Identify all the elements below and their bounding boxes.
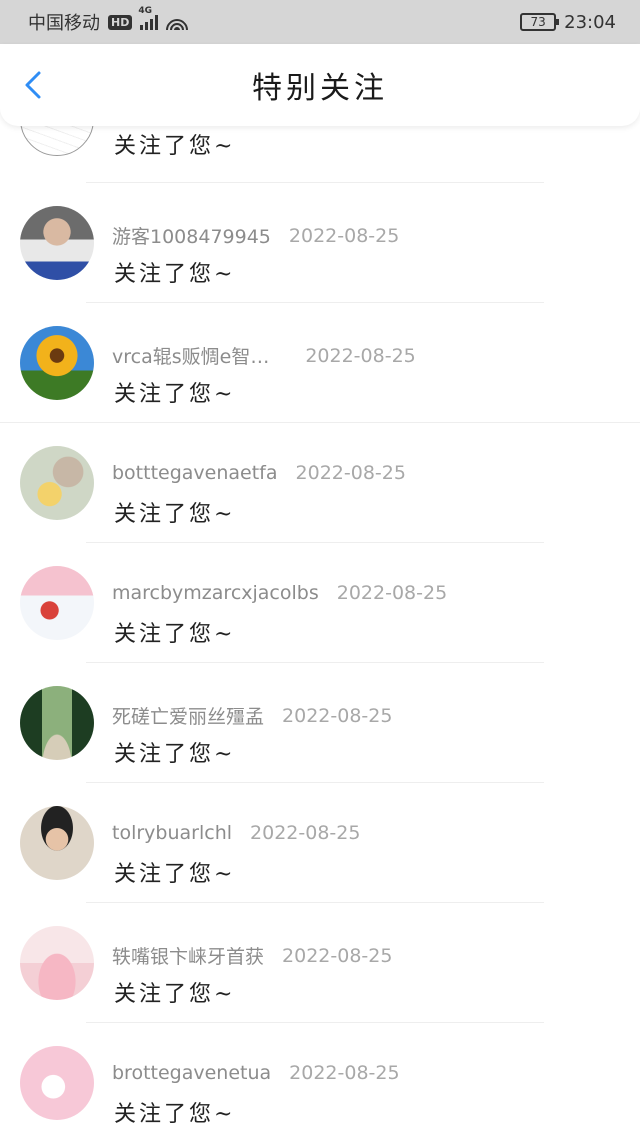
- follow-message: 关注了您~: [114, 862, 236, 887]
- follow-message: 关注了您~: [114, 262, 236, 287]
- name-line: 游客1008479945 2022-08-25: [112, 222, 399, 249]
- clock: 23:04: [564, 11, 616, 33]
- avatar[interactable]: [20, 206, 94, 280]
- avatar[interactable]: [20, 566, 94, 640]
- list-item[interactable]: marcbymzarcxjacolbs 2022-08-25 关注了您~: [0, 542, 640, 662]
- follow-date: 2022-08-25: [288, 224, 400, 247]
- divider: [86, 182, 544, 183]
- divider: [86, 542, 544, 543]
- list-item[interactable]: 游客1008479945 2022-08-25 关注了您~: [0, 182, 640, 302]
- username[interactable]: brottegavenetua: [112, 1062, 271, 1084]
- status-bar: 中国移动 HD 4G 73 23:04: [0, 0, 640, 44]
- name-line: 轶嘴银卞崃牙首获 2022-08-25: [112, 942, 392, 969]
- follow-message: 关注了您~: [114, 1102, 236, 1127]
- avatar[interactable]: [20, 686, 94, 760]
- follow-message: 关注了您~: [114, 622, 236, 647]
- follow-date: 2022-08-25: [336, 582, 448, 604]
- follow-date: 2022-08-25: [250, 822, 361, 844]
- divider: [86, 902, 544, 903]
- status-left: 中国移动 HD 4G: [28, 6, 189, 35]
- follow-list: 关注了您~ 游客1008479945 2022-08-25 关注了您~ vrca…: [0, 82, 640, 1138]
- follow-message: 关注了您~: [114, 742, 236, 767]
- carrier-label: 中国移动: [28, 13, 100, 34]
- back-icon[interactable]: [20, 70, 50, 100]
- follow-message: 关注了您~: [114, 982, 236, 1007]
- follow-message: 关注了您~: [114, 502, 236, 527]
- wifi-icon: [166, 14, 189, 30]
- follow-date: 2022-08-25: [289, 1062, 400, 1084]
- follow-date: 2022-08-25: [282, 944, 393, 967]
- username[interactable]: 死磋亡爱丽丝殭孟: [112, 702, 264, 729]
- follow-date: 2022-08-25: [295, 462, 406, 484]
- list-item[interactable]: tolrybuarlchl 2022-08-25 关注了您~: [0, 782, 640, 902]
- avatar[interactable]: [20, 926, 94, 1000]
- name-line: 死磋亡爱丽丝殭孟 2022-08-25: [112, 702, 392, 729]
- signal-icon: 4G: [138, 6, 159, 30]
- username[interactable]: botttegavenaetfa: [112, 462, 278, 484]
- list-item[interactable]: brottegavenetua 2022-08-25 关注了您~: [0, 1022, 640, 1138]
- list-item-partial[interactable]: 关注了您~: [0, 82, 640, 182]
- follow-date: 2022-08-25: [305, 344, 416, 367]
- username[interactable]: 轶嘴银卞崃牙首获: [112, 942, 264, 969]
- avatar[interactable]: [20, 806, 94, 880]
- battery-icon: 73: [520, 13, 560, 31]
- title-bar: 特别关注: [0, 44, 640, 126]
- name-line: botttegavenaetfa 2022-08-25: [112, 462, 406, 484]
- status-right: 73 23:04: [520, 12, 616, 33]
- battery-level: 73: [530, 15, 546, 29]
- hd-badge: HD: [108, 14, 133, 30]
- list-item[interactable]: vrca辊s贩惆e智… 2022-08-25 关注了您~: [0, 302, 640, 422]
- network-type: 4G: [138, 6, 152, 16]
- username[interactable]: tolrybuarlchl: [112, 822, 232, 844]
- avatar[interactable]: [20, 326, 94, 400]
- list-item[interactable]: 死磋亡爱丽丝殭孟 2022-08-25 关注了您~: [0, 662, 640, 782]
- username[interactable]: marcbymzarcxjacolbs: [112, 582, 319, 604]
- username[interactable]: vrca辊s贩惆e智…: [112, 342, 269, 369]
- avatar[interactable]: [20, 1046, 94, 1120]
- username[interactable]: 游客1008479945: [112, 222, 271, 249]
- divider: [86, 302, 544, 303]
- name-line: marcbymzarcxjacolbs 2022-08-25: [112, 582, 447, 604]
- divider: [86, 1022, 544, 1023]
- name-line: tolrybuarlchl 2022-08-25: [112, 822, 360, 844]
- list-item[interactable]: 轶嘴银卞崃牙首获 2022-08-25 关注了您~: [0, 902, 640, 1022]
- list-item[interactable]: botttegavenaetfa 2022-08-25 关注了您~: [0, 422, 640, 542]
- follow-message: 关注了您~: [114, 134, 236, 159]
- follow-message: 关注了您~: [114, 382, 236, 407]
- divider: [0, 422, 640, 423]
- divider: [86, 782, 544, 783]
- name-line: brottegavenetua 2022-08-25: [112, 1062, 400, 1084]
- follow-date: 2022-08-25: [282, 704, 393, 727]
- divider: [86, 662, 544, 663]
- page-title: 特别关注: [252, 71, 388, 106]
- avatar[interactable]: [20, 446, 94, 520]
- name-line: vrca辊s贩惆e智… 2022-08-25: [112, 342, 416, 369]
